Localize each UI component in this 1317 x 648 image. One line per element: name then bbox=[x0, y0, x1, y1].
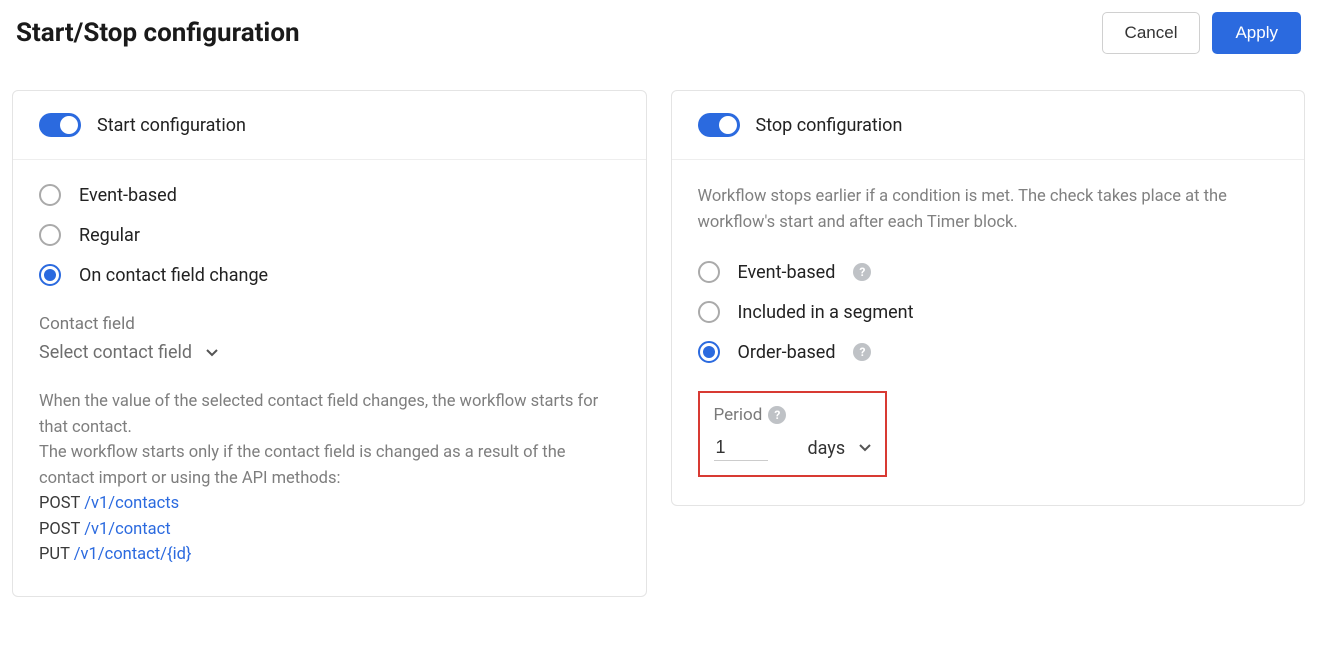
contact-field-placeholder: Select contact field bbox=[39, 342, 192, 363]
stop-description: Workflow stops earlier if a condition is… bbox=[698, 184, 1279, 235]
start-panel-head: Start configuration bbox=[13, 91, 646, 160]
start-radio-group: Event-based Regular On contact field cha… bbox=[39, 184, 620, 286]
api-method: POST bbox=[39, 494, 80, 513]
start-opt-event-based[interactable]: Event-based bbox=[39, 184, 620, 206]
stop-opt-included-in-segment[interactable]: Included in a segment bbox=[698, 301, 1279, 323]
stop-panel-head: Stop configuration bbox=[672, 91, 1305, 160]
radio-icon bbox=[698, 261, 720, 283]
help-icon[interactable]: ? bbox=[853, 263, 871, 281]
page-header: Start/Stop configuration Cancel Apply bbox=[12, 12, 1305, 54]
api-method: PUT bbox=[39, 545, 70, 564]
header-actions: Cancel Apply bbox=[1102, 12, 1301, 54]
start-help-2: The workflow starts only if the contact … bbox=[39, 443, 566, 488]
stop-radio-group: Event-based ? Included in a segment Orde… bbox=[698, 261, 1279, 363]
stop-panel-title: Stop configuration bbox=[756, 115, 903, 136]
help-icon[interactable]: ? bbox=[853, 343, 871, 361]
start-opt-on-contact-field-change[interactable]: On contact field change bbox=[39, 264, 620, 286]
page-title: Start/Stop configuration bbox=[16, 18, 300, 48]
start-help-text: When the value of the selected contact f… bbox=[39, 389, 620, 568]
radio-icon bbox=[39, 184, 61, 206]
start-panel-body: Event-based Regular On contact field cha… bbox=[13, 160, 646, 596]
radio-label: Event-based bbox=[79, 185, 177, 206]
cancel-button[interactable]: Cancel bbox=[1102, 12, 1201, 54]
period-box: Period ? days bbox=[698, 391, 888, 477]
api-link-contact-id[interactable]: /v1/contact/{id} bbox=[74, 545, 192, 564]
help-icon[interactable]: ? bbox=[768, 406, 786, 424]
api-method: POST bbox=[39, 520, 80, 539]
radio-icon bbox=[698, 301, 720, 323]
radio-icon bbox=[698, 341, 720, 363]
panels: Start configuration Event-based Regular … bbox=[12, 90, 1305, 597]
radio-icon bbox=[39, 264, 61, 286]
start-opt-regular[interactable]: Regular bbox=[39, 224, 620, 246]
radio-label: Included in a segment bbox=[738, 302, 914, 323]
stop-opt-event-based[interactable]: Event-based ? bbox=[698, 261, 1279, 283]
radio-label: Event-based bbox=[738, 262, 836, 283]
radio-icon bbox=[39, 224, 61, 246]
radio-label: Order-based bbox=[738, 342, 836, 363]
contact-field-label: Contact field bbox=[39, 314, 620, 334]
stop-toggle[interactable] bbox=[698, 113, 740, 137]
stop-opt-order-based[interactable]: Order-based ? bbox=[698, 341, 1279, 363]
radio-label: On contact field change bbox=[79, 265, 268, 286]
stop-panel-body: Workflow stops earlier if a condition is… bbox=[672, 160, 1305, 505]
period-value-input[interactable] bbox=[714, 435, 768, 461]
contact-field-select[interactable]: Select contact field bbox=[39, 342, 620, 363]
radio-label: Regular bbox=[79, 225, 140, 246]
chevron-down-icon bbox=[859, 444, 871, 452]
period-label: Period ? bbox=[714, 405, 872, 425]
start-panel: Start configuration Event-based Regular … bbox=[12, 90, 647, 597]
stop-panel: Stop configuration Workflow stops earlie… bbox=[671, 90, 1306, 506]
period-unit-select[interactable]: days bbox=[808, 438, 872, 459]
start-toggle[interactable] bbox=[39, 113, 81, 137]
start-panel-title: Start configuration bbox=[97, 115, 246, 136]
apply-button[interactable]: Apply bbox=[1212, 12, 1301, 54]
api-link-contacts[interactable]: /v1/contacts bbox=[84, 494, 179, 513]
start-help-1: When the value of the selected contact f… bbox=[39, 392, 598, 437]
chevron-down-icon bbox=[206, 349, 218, 357]
period-label-text: Period bbox=[714, 405, 763, 425]
api-link-contact[interactable]: /v1/contact bbox=[84, 520, 170, 539]
period-unit-text: days bbox=[808, 438, 846, 459]
period-controls: days bbox=[714, 435, 872, 461]
